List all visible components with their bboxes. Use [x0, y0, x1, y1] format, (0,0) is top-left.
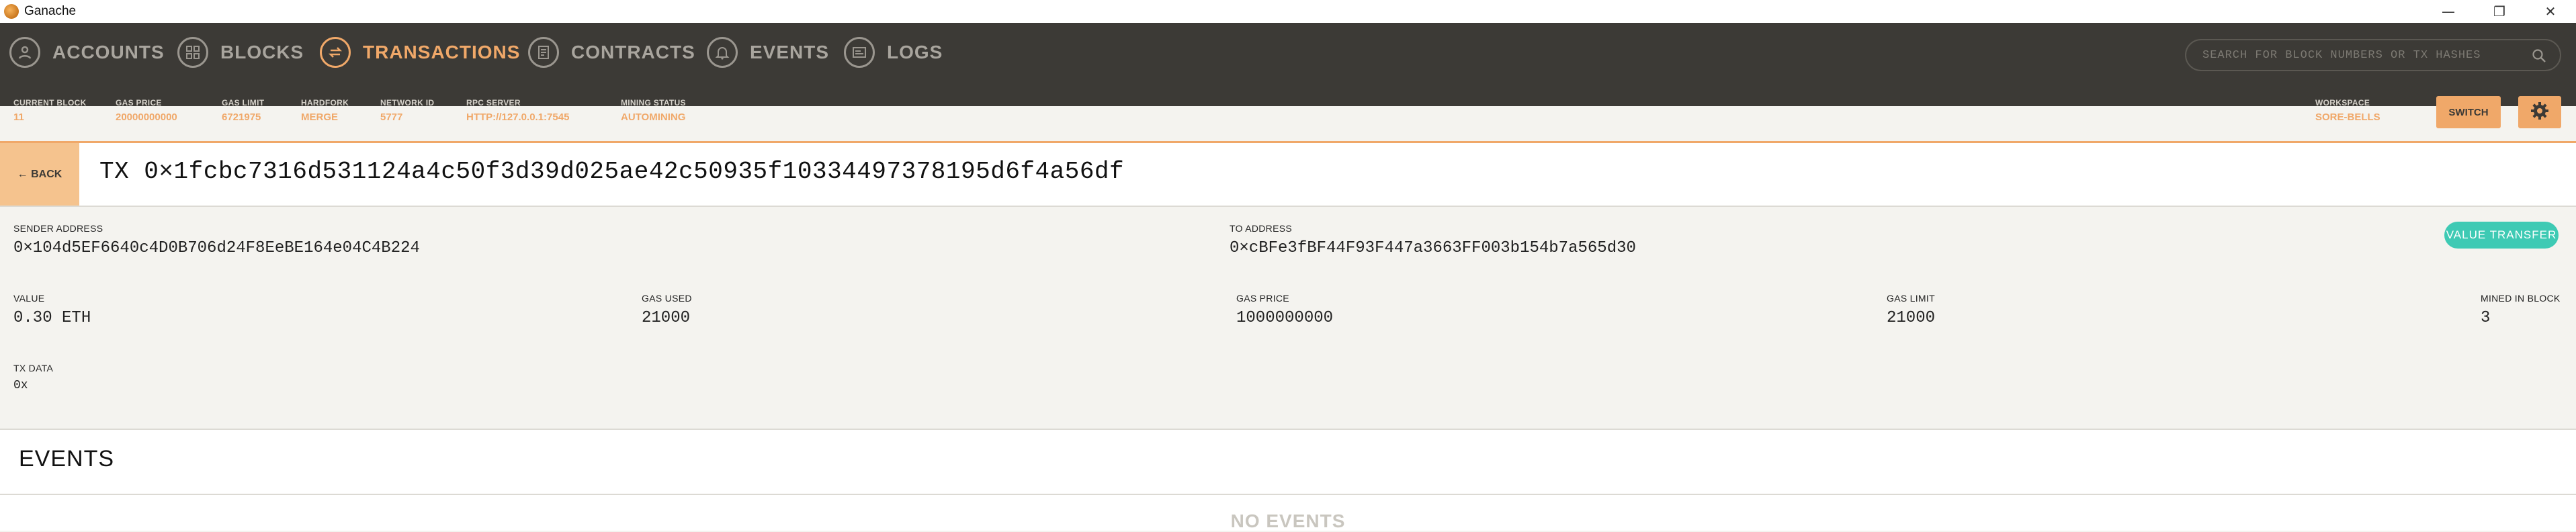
stat-label: MINING STATUS	[621, 98, 686, 107]
field-value: 1000000000	[1236, 309, 1334, 327]
nav-blocks-label: BLOCKS	[220, 42, 304, 62]
nav-transactions[interactable]: TRANSACTIONS	[320, 23, 520, 82]
search-icon[interactable]	[2532, 48, 2546, 66]
stat-gas-limit: GAS LIMIT 6721975	[222, 98, 264, 123]
nav-accounts[interactable]: ACCOUNTS	[9, 23, 165, 82]
field-value: 3	[2481, 309, 2491, 327]
stat-value: AUTOMINING	[621, 112, 686, 123]
settings-button[interactable]	[2518, 96, 2561, 128]
tx-gas-used: GAS USED 21000	[642, 293, 692, 327]
transactions-icon	[320, 37, 351, 68]
stat-rpc-server: RPC SERVER HTTP://127.0.0.1:7545	[466, 98, 569, 123]
stat-hardfork: HARDFORK MERGE	[301, 98, 349, 123]
field-value: 21000	[642, 309, 691, 327]
to-address: TO ADDRESS 0×cBFe3fBF44F93F447a3663FF003…	[1230, 223, 1636, 257]
stat-gas-price: GAS PRICE 20000000000	[116, 98, 177, 123]
stat-label: CURRENT BLOCK	[13, 98, 87, 107]
field-label: MINED IN BLOCK	[2481, 293, 2561, 304]
stat-value: 6721975	[222, 112, 261, 123]
tx-value: VALUE 0.30 ETH	[13, 293, 91, 327]
stat-value: 11	[13, 112, 24, 123]
stat-value: MERGE	[301, 112, 339, 123]
nav-events-label: EVENTS	[750, 42, 830, 62]
field-label: VALUE	[13, 293, 45, 304]
tx-gas-limit: GAS LIMIT 21000	[1887, 293, 1935, 327]
stat-network-id: NETWORK ID 5777	[380, 98, 434, 123]
nav-logs[interactable]: LOGS	[844, 23, 943, 82]
close-button[interactable]: ✕	[2525, 0, 2576, 23]
stat-label: HARDFORK	[301, 98, 349, 107]
field-value: 0.30 ETH	[13, 309, 91, 327]
stat-value: 5777	[380, 112, 403, 123]
events-divider	[0, 494, 2576, 495]
stat-label: RPC SERVER	[466, 98, 521, 107]
stat-label: GAS LIMIT	[222, 98, 265, 107]
tx-details: SENDER ADDRESS 0×104d5EF6640c4D0B706d24F…	[0, 207, 2576, 430]
field-label: GAS LIMIT	[1887, 293, 1935, 304]
events-icon	[707, 37, 738, 68]
sender-address: SENDER ADDRESS 0×104d5EF6640c4D0B706d24F…	[13, 223, 420, 257]
nav-logs-label: LOGS	[887, 42, 943, 62]
switch-workspace-button[interactable]: SWITCH	[2436, 96, 2501, 128]
field-value: 0×cBFe3fBF44F93F447a3663FF003b154b7a565d…	[1230, 239, 1636, 257]
gear-icon	[2530, 101, 2550, 124]
no-events-message: NO EVENTS	[1230, 511, 1346, 531]
logs-icon	[844, 37, 875, 68]
search-input[interactable]	[2201, 48, 2526, 62]
field-label: TX DATA	[13, 363, 54, 373]
nav-contracts[interactable]: CONTRACTS	[528, 23, 695, 82]
tx-data: TX DATA 0x	[13, 363, 53, 392]
nav-blocks[interactable]: BLOCKS	[177, 23, 304, 82]
contracts-icon	[528, 37, 559, 68]
stat-label: WORKSPACE	[2315, 98, 2370, 107]
stat-mining-status: MINING STATUS AUTOMINING	[621, 98, 686, 123]
events-heading: EVENTS	[19, 446, 115, 472]
stat-value: 20000000000	[116, 112, 177, 123]
window-titlebar: Ganache — ❐ ✕	[0, 0, 2576, 24]
field-value: 0x	[13, 379, 28, 392]
stat-current-block: CURRENT BLOCK 11	[13, 98, 87, 123]
search-box[interactable]	[2185, 39, 2561, 71]
nav-accounts-label: ACCOUNTS	[52, 42, 165, 62]
window-title: Ganache	[24, 4, 77, 18]
events-section: EVENTS NO EVENTS	[0, 430, 2576, 531]
blocks-icon	[177, 37, 208, 68]
tx-type-badge: VALUE TRANSFER	[2444, 222, 2559, 249]
stat-value: SORE-BELLS	[2315, 112, 2380, 123]
tx-gas-price: GAS PRICE 1000000000	[1236, 293, 1333, 327]
nav-events[interactable]: EVENTS	[707, 23, 829, 82]
field-label: SENDER ADDRESS	[13, 223, 103, 234]
field-value: 21000	[1887, 309, 1936, 327]
back-button[interactable]: ← BACK	[0, 143, 79, 206]
minimize-button[interactable]: —	[2423, 0, 2474, 23]
tx-hash-title: TX 0×1fcbc7316d531124a4c50f3d39d025ae42c…	[99, 158, 1125, 185]
stat-workspace: WORKSPACE SORE-BELLS	[2315, 98, 2380, 123]
field-label: TO ADDRESS	[1230, 223, 1292, 234]
field-value: 0×104d5EF6640c4D0B706d24F8EeBE164e04C4B2…	[13, 239, 420, 257]
top-navigation: ACCOUNTS BLOCKS TRANSACTIONS CONTRACTS E…	[0, 23, 2576, 106]
nav-transactions-label: TRANSACTIONS	[363, 42, 521, 62]
maximize-button[interactable]: ❐	[2474, 0, 2525, 23]
tx-mined-in-block: MINED IN BLOCK 3	[2481, 293, 2561, 327]
field-label: GAS PRICE	[1236, 293, 1289, 304]
tx-header: ← BACK TX 0×1fcbc7316d531124a4c50f3d39d0…	[0, 143, 2576, 207]
stat-label: GAS PRICE	[116, 98, 162, 107]
stat-value: HTTP://127.0.0.1:7545	[466, 112, 570, 123]
window-controls: — ❐ ✕	[2423, 0, 2576, 23]
nav-contracts-label: CONTRACTS	[571, 42, 695, 62]
accounts-icon	[9, 37, 40, 68]
ganache-logo-icon	[4, 4, 19, 19]
field-label: GAS USED	[642, 293, 692, 304]
stat-label: NETWORK ID	[380, 98, 435, 107]
